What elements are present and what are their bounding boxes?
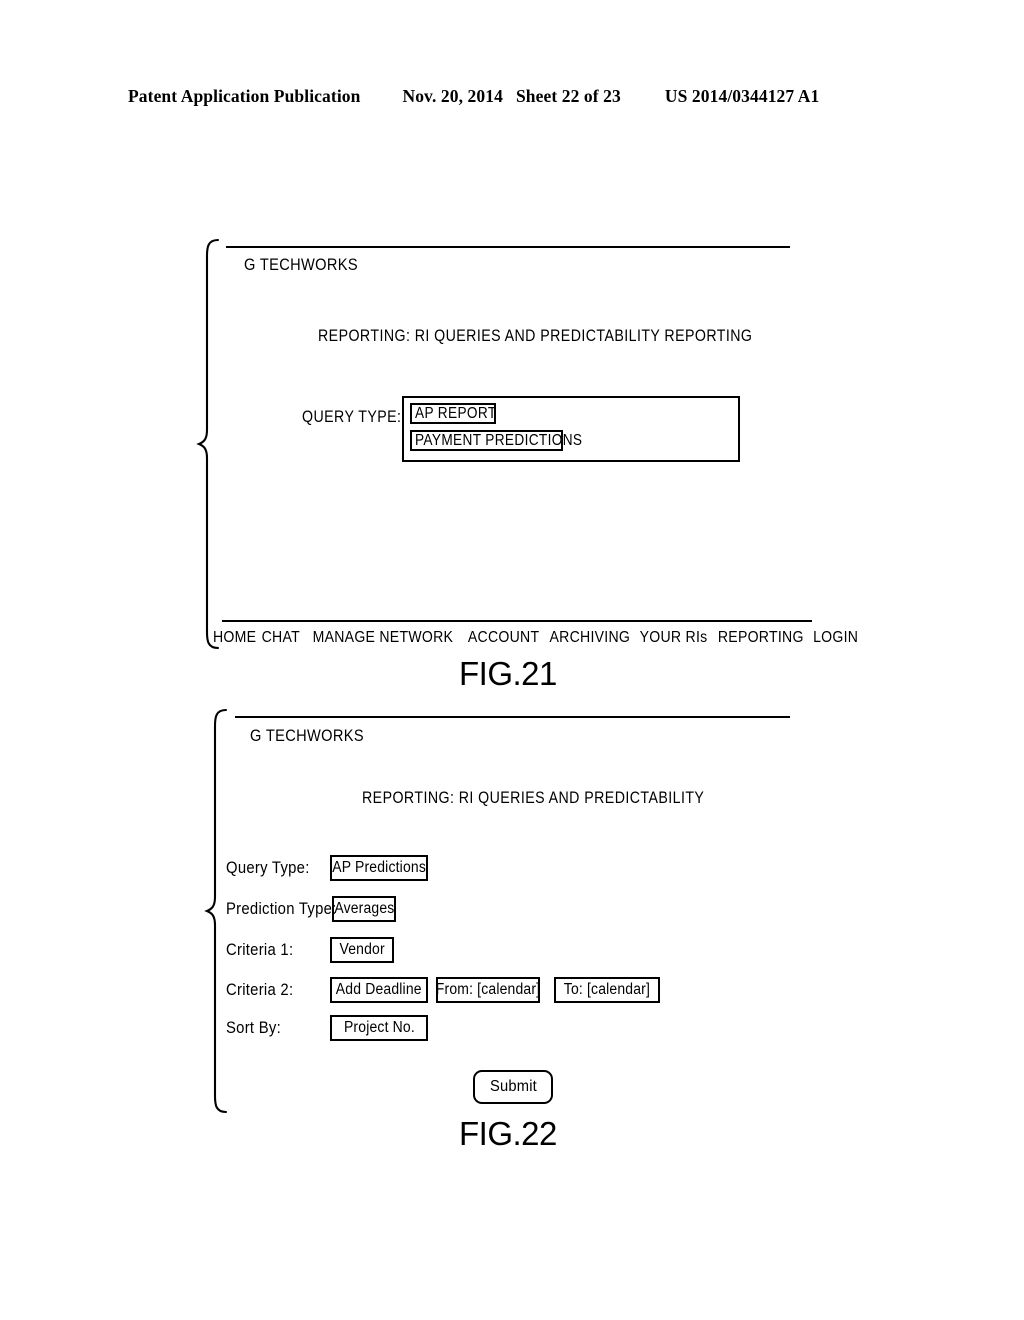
criteria-1-select[interactable]: Vendor — [330, 937, 394, 963]
sort-by-value: Project No. — [343, 1019, 415, 1036]
submit-button-label: Submit — [489, 1078, 537, 1095]
criteria-1-value: Vendor — [339, 941, 385, 958]
prediction-type-label: Prediction Type: — [226, 899, 337, 918]
figure-22-caption: FIG.22 — [459, 1115, 557, 1152]
sort-by-label: Sort By: — [226, 1018, 281, 1037]
deadline-from-calendar-field[interactable]: From: [calendar] — [436, 977, 540, 1003]
prediction-type-value: Averages — [333, 900, 395, 917]
app-brand-title: G TECHWORKS — [250, 726, 364, 745]
form-row-criteria-1: Criteria 1: Vendor — [226, 937, 394, 963]
form-row-prediction-type: Prediction Type: Averages — [226, 896, 396, 922]
criteria-2-select[interactable]: Add Deadline — [330, 977, 428, 1003]
page-title: REPORTING: RI QUERIES AND PREDICTABILITY — [362, 789, 705, 807]
figure-22: G TECHWORKS REPORTING: RI QUERIES AND PR… — [0, 0, 1024, 1200]
deadline-from-value: From: [calendar] — [435, 981, 541, 998]
query-type-select[interactable]: AP Predictions — [330, 855, 428, 881]
deadline-to-calendar-field[interactable]: To: [calendar] — [554, 977, 660, 1003]
deadline-to-value: To: [calendar] — [563, 981, 651, 998]
sort-by-select[interactable]: Project No. — [330, 1015, 428, 1041]
submit-button[interactable]: Submit — [473, 1070, 553, 1104]
figure-22-top-rule — [235, 716, 790, 718]
form-row-query-type: Query Type: AP Predictions — [226, 855, 428, 881]
query-type-label: Query Type: — [226, 858, 310, 877]
criteria-1-label: Criteria 1: — [226, 940, 294, 959]
prediction-type-select[interactable]: Averages — [332, 896, 396, 922]
criteria-2-value: Add Deadline — [336, 981, 422, 998]
form-row-sort-by: Sort By: Project No. — [226, 1015, 428, 1041]
query-type-value: AP Predictions — [332, 859, 426, 876]
form-row-criteria-2: Criteria 2: Add Deadline From: [calendar… — [226, 977, 660, 1003]
criteria-2-label: Criteria 2: — [226, 980, 294, 999]
